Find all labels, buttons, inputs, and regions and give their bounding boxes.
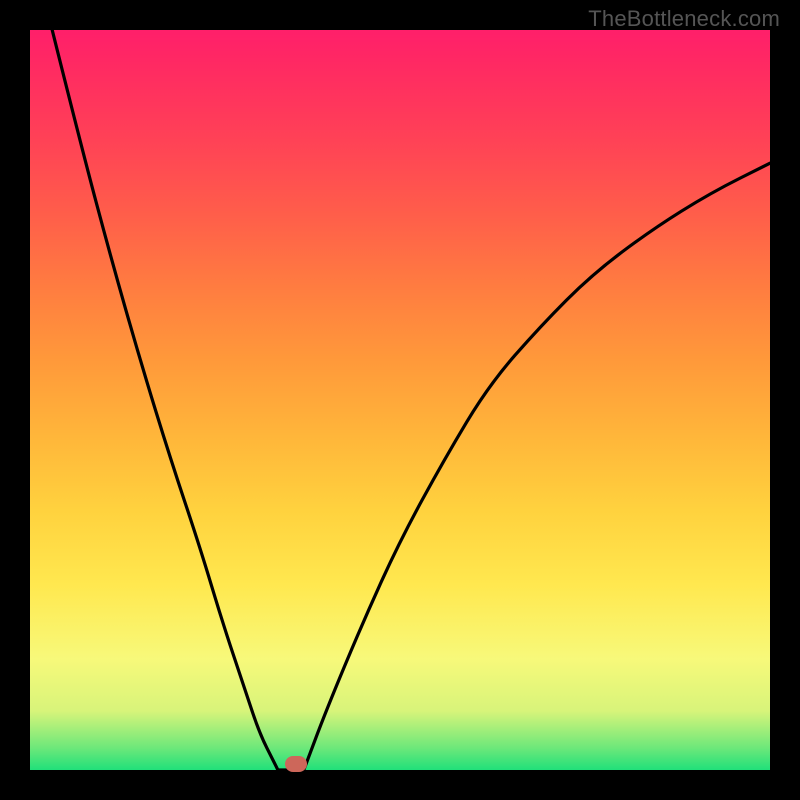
plot-area [30,30,770,770]
watermark-text: TheBottleneck.com [588,6,780,32]
chart-frame: TheBottleneck.com [0,0,800,800]
value-marker [285,756,307,772]
bottleneck-curve [52,30,770,770]
curve-svg [30,30,770,770]
